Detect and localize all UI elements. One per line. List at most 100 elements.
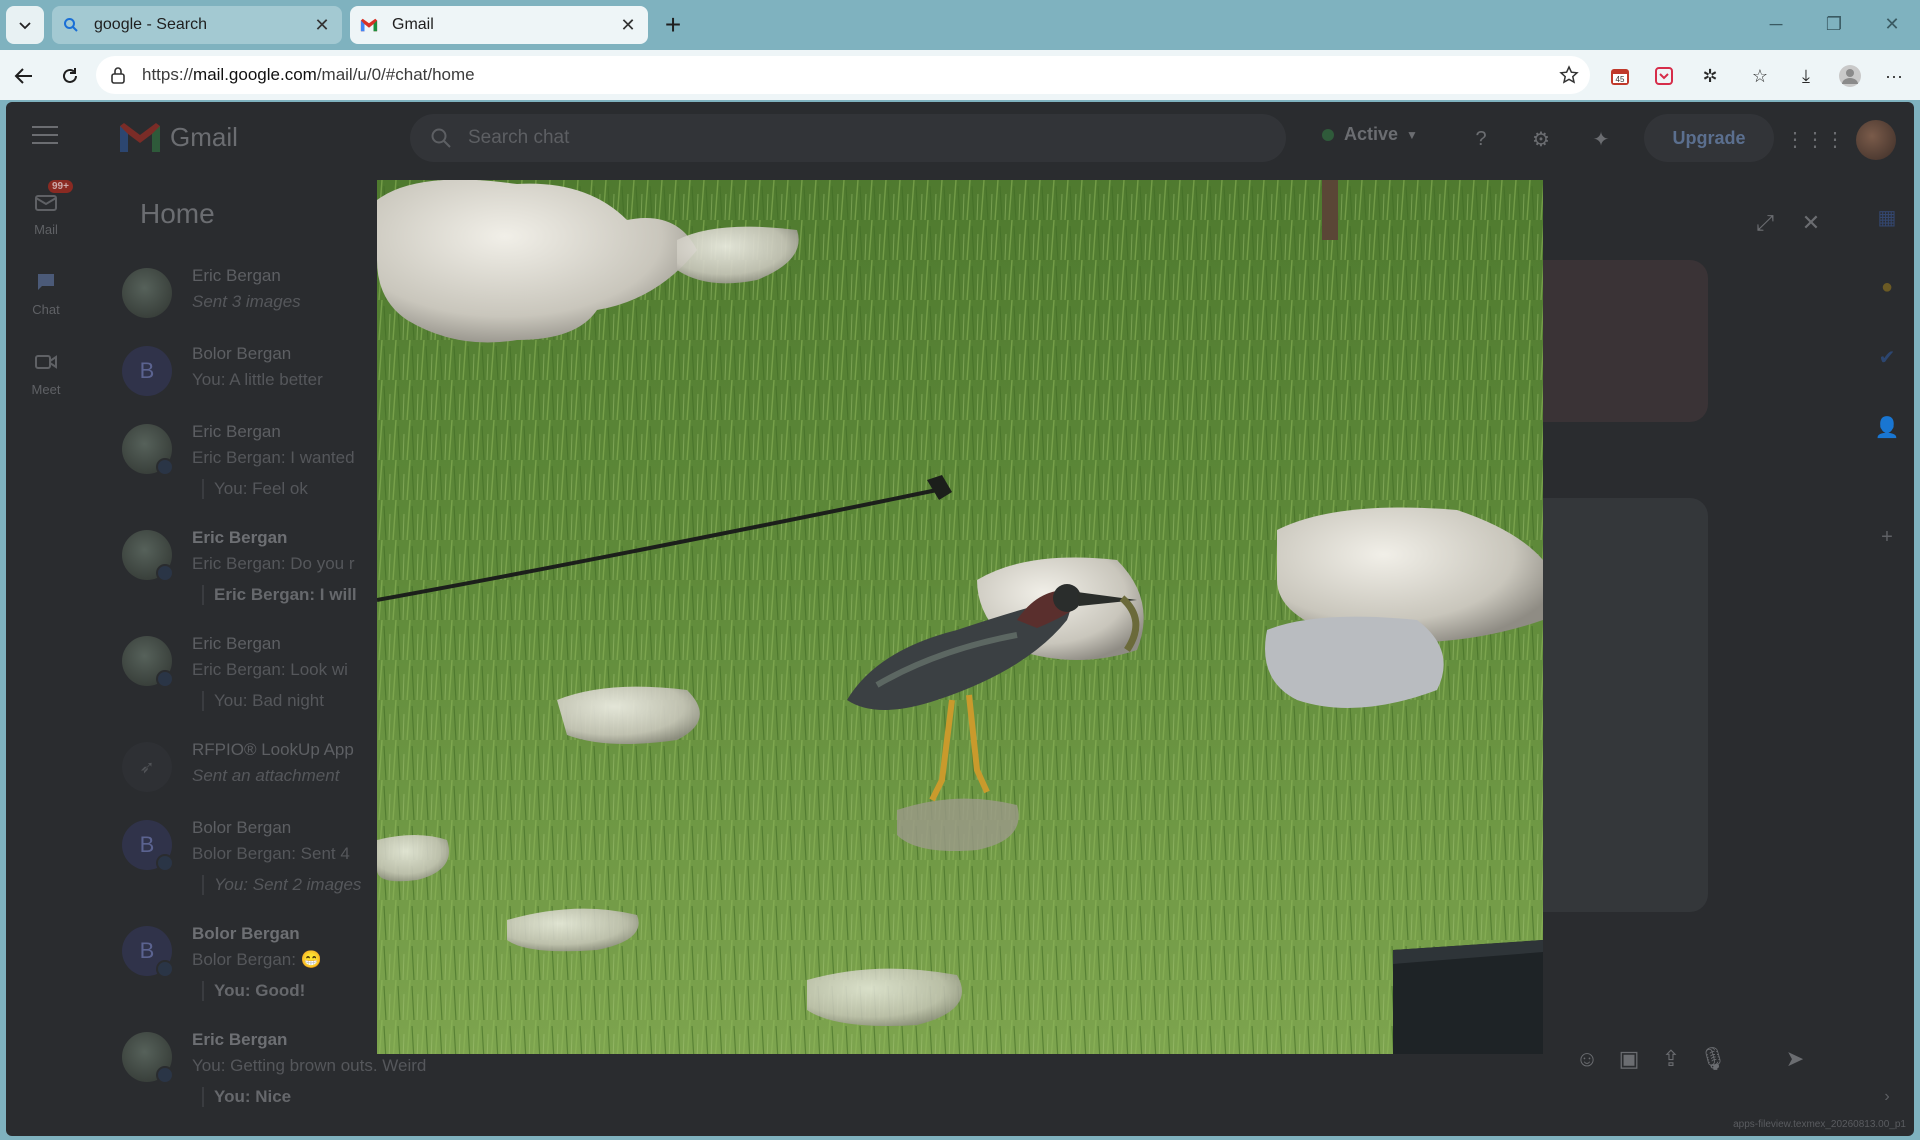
avatar: B xyxy=(122,346,172,396)
help-icon[interactable]: ? xyxy=(1466,124,1496,154)
search-chat-input[interactable]: Search chat xyxy=(410,114,1286,162)
calendar-side-icon[interactable]: ▦ xyxy=(1872,202,1902,232)
image-viewer[interactable] xyxy=(377,180,1543,1054)
conversation-name: Bolor Bergan xyxy=(192,818,292,837)
open-in-new-window-icon[interactable]: ⤢ xyxy=(1750,208,1780,238)
settings-gear-icon[interactable]: ⚙ xyxy=(1526,124,1556,154)
reload-icon xyxy=(63,68,77,83)
app-name: Gmail xyxy=(170,122,238,152)
new-tab-button[interactable]: + xyxy=(658,9,688,40)
gif-icon[interactable]: ▣ xyxy=(1614,1044,1644,1074)
status-selector[interactable]: Active ▼ xyxy=(1322,124,1418,145)
chat-image-thumbnail[interactable] xyxy=(1516,260,1708,422)
avatar xyxy=(122,530,174,582)
tasks-side-icon[interactable]: ✔ xyxy=(1872,342,1902,372)
emoji-icon[interactable]: ☺ xyxy=(1572,1044,1602,1074)
close-icon[interactable]: ✕ xyxy=(618,15,638,35)
conversation-reply: You: Bad night xyxy=(202,691,324,711)
app-logo-icon: ➶ xyxy=(139,756,155,777)
calendar-extension-icon[interactable]: 45 xyxy=(1602,58,1638,94)
chevron-down-icon: ▼ xyxy=(1406,127,1418,142)
address-bar[interactable]: https://mail.google.com/mail/u/0/#chat/h… xyxy=(96,56,1590,94)
heron-photo xyxy=(377,180,1543,1054)
chat-image-thumbnail[interactable] xyxy=(1516,498,1708,912)
conversation-name: Eric Bergan xyxy=(192,266,281,285)
avatar: B xyxy=(122,926,174,978)
conversation-name: Eric Bergan xyxy=(192,528,288,547)
upgrade-button[interactable]: Upgrade xyxy=(1644,114,1774,162)
conversation-name: Bolor Bergan xyxy=(192,924,300,943)
site-info-icon[interactable] xyxy=(108,65,128,85)
avatar: ➶ xyxy=(122,742,172,792)
meet-icon xyxy=(30,346,62,378)
tab-list-button[interactable] xyxy=(6,6,44,44)
extensions-puzzle-icon[interactable]: ✲ xyxy=(1692,58,1728,94)
conversation-name: Eric Bergan xyxy=(192,634,281,653)
bookmark-star-icon[interactable] xyxy=(1554,60,1584,90)
conversation-name: Eric Bergan xyxy=(192,422,281,441)
conversation-reply: You: Good! xyxy=(202,981,305,1001)
profile-icon[interactable] xyxy=(1832,58,1868,94)
conversation-name: Bolor Bergan xyxy=(192,344,292,363)
microphone-icon[interactable]: 🎙 xyxy=(1698,1044,1728,1074)
conversation-preview: You: Getting brown outs. Weird xyxy=(192,1056,427,1075)
avatar xyxy=(122,1032,174,1084)
conversation-preview: Bolor Bergan: Sent 4 xyxy=(192,844,350,863)
conversation-name: RFPIO® LookUp App xyxy=(192,740,354,759)
more-menu-icon[interactable]: ··· xyxy=(1876,58,1912,94)
gemini-sparkle-icon[interactable]: ✦ xyxy=(1586,124,1616,154)
apps-grid-icon[interactable]: ⋮⋮⋮ xyxy=(1785,124,1845,154)
pocket-extension-icon[interactable] xyxy=(1646,58,1682,94)
rail-item-mail[interactable]: 99+ Mail xyxy=(6,180,86,237)
restore-button[interactable]: ❐ xyxy=(1814,8,1854,40)
search-icon xyxy=(431,128,451,148)
downloads-icon[interactable]: ⤓ xyxy=(1788,58,1824,94)
conversation-preview: Sent an attachment xyxy=(192,766,340,785)
unread-badge: 99+ xyxy=(48,180,73,193)
tab-google-search[interactable]: google - Search ✕ xyxy=(52,6,342,44)
add-app-icon[interactable]: + xyxy=(1872,522,1902,552)
close-icon[interactable]: ✕ xyxy=(1796,208,1826,238)
rail-item-chat[interactable]: Chat xyxy=(6,266,86,317)
status-label: Active xyxy=(1344,124,1399,144)
conversation-preview: You: A little better xyxy=(192,370,323,389)
back-button[interactable] xyxy=(6,58,42,94)
account-avatar[interactable] xyxy=(1856,120,1896,160)
search-placeholder: Search chat xyxy=(468,127,570,148)
chat-icon xyxy=(30,266,62,298)
gmail-logo-icon xyxy=(120,123,160,152)
arrow-left-icon xyxy=(14,68,32,84)
keep-side-icon[interactable]: ● xyxy=(1872,272,1902,302)
rail-label: Mail xyxy=(34,222,58,237)
favorites-icon[interactable]: ☆ xyxy=(1742,58,1778,94)
tab-title: google - Search xyxy=(94,16,207,33)
minimize-button[interactable]: ─ xyxy=(1756,8,1796,40)
status-dot-icon xyxy=(1322,128,1334,141)
url-text: https://mail.google.com/mail/u/0/#chat/h… xyxy=(142,65,475,84)
avatar xyxy=(122,636,174,688)
search-icon xyxy=(62,16,80,34)
send-icon[interactable]: ➤ xyxy=(1780,1044,1810,1074)
chevron-right-icon[interactable]: › xyxy=(1872,1082,1902,1112)
conversation-preview: Bolor Bergan: 😁 xyxy=(192,950,322,969)
window-close-button[interactable]: ✕ xyxy=(1872,8,1912,40)
tab-gmail[interactable]: Gmail ✕ xyxy=(350,6,648,44)
conversation-name: Eric Bergan xyxy=(192,1030,288,1049)
conversation-preview: Sent 3 images xyxy=(192,292,301,311)
avatar xyxy=(122,424,174,476)
contacts-side-icon[interactable]: 👤 xyxy=(1872,412,1902,442)
rail-label: Chat xyxy=(32,302,60,317)
rail-label: Meet xyxy=(31,382,61,397)
reload-button[interactable] xyxy=(52,58,88,94)
upload-icon[interactable]: ⇪ xyxy=(1656,1044,1686,1074)
main-menu-icon[interactable] xyxy=(32,126,58,148)
gmail-icon xyxy=(360,16,378,34)
tab-title: Gmail xyxy=(392,16,434,33)
close-icon[interactable]: ✕ xyxy=(312,15,332,35)
rail-item-meet[interactable]: Meet xyxy=(6,346,86,397)
gmail-header: Gmail Search chat Active ▼ ? ⚙ ✦ Upgrade… xyxy=(6,102,1914,174)
mail-icon: 99+ xyxy=(30,180,73,218)
conversation-preview: Eric Bergan: Look wi xyxy=(192,660,348,679)
build-watermark: apps-fileview.texmex_20260813.00_p1 xyxy=(1733,1119,1906,1130)
chevron-down-icon xyxy=(19,22,31,30)
